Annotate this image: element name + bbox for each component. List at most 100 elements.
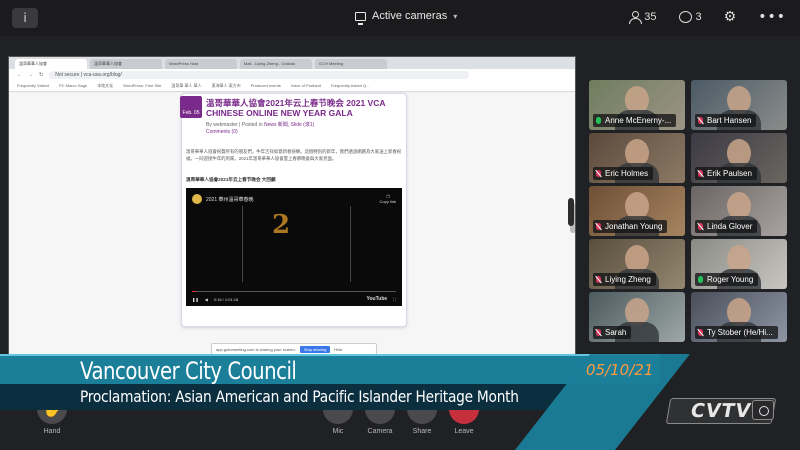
share-label: Share <box>412 428 432 435</box>
video-frame-number: 2 <box>272 210 291 240</box>
back-icon[interactable]: ← <box>17 72 22 78</box>
youtube-logo[interactable]: YouTube <box>367 296 388 302</box>
top-actions: 35 3 ⚙ ••• <box>629 9 786 25</box>
participant-name: Erik Paulsen <box>707 169 752 178</box>
participant-name: Eric Holmes <box>605 169 649 178</box>
view-mode-label: Active cameras <box>372 10 448 22</box>
meeting-window: i Active cameras ▾ 35 3 ⚙ ••• 溫哥華華人協會 溫哥… <box>0 0 800 450</box>
bookmark-item[interactable]: 溫哥華 華人 華人 <box>171 83 201 89</box>
bookmark-item[interactable]: Voice of Portland <box>291 83 321 89</box>
participant-nameplate: Erik Paulsen <box>695 167 757 180</box>
participant-name: Anne McEnerny-... <box>605 116 672 125</box>
participant-tile[interactable]: Bart Hansen <box>691 80 787 130</box>
participant-nameplate: Sarah <box>593 326 632 339</box>
embedded-video[interactable]: 2021 華州溫哥華春晚 ❐ Copy link 2 ❚❚ ◀ 0:16 / 1:… <box>186 188 402 306</box>
mic-muted-icon <box>596 223 601 230</box>
raise-hand-label: Hand <box>43 428 61 435</box>
participant-tile[interactable]: Sarah <box>589 292 685 342</box>
participant-tile[interactable]: Roger Young <box>691 239 787 289</box>
date-badge: Feb. 05 <box>180 96 202 118</box>
bookmark-item[interactable]: Frequently Asked Q... <box>331 83 369 89</box>
bookmark-item[interactable]: PC Marco Sage <box>59 83 87 89</box>
pause-icon[interactable]: ❚❚ <box>192 297 199 302</box>
post-author: By webmaster | Posted in <box>206 122 263 128</box>
mic-muted-icon <box>698 117 703 124</box>
post-category-link[interactable]: News 新聞, Slide (滾1) <box>264 122 314 128</box>
bookmark-item[interactable]: WordPress: Free Site <box>123 83 161 89</box>
participant-tile[interactable]: Linda Glover <box>691 186 787 236</box>
top-bar: i Active cameras ▾ 35 3 ⚙ ••• <box>0 0 800 36</box>
participant-name: Bart Hansen <box>707 116 752 125</box>
post-subheading: 溫哥華華人協會2021年云上春节晚会 大回顧 <box>186 177 276 182</box>
snapshot-camera-icon[interactable] <box>752 400 774 420</box>
participant-tile[interactable]: Liying Zheng <box>589 239 685 289</box>
bookmark-item[interactable]: 本地文化 <box>97 83 113 89</box>
participants-button[interactable]: 35 <box>629 11 657 24</box>
participant-nameplate: Linda Glover <box>695 220 758 233</box>
stop-sharing-button[interactable]: Stop sharing <box>299 345 331 353</box>
chevron-down-icon: ▾ <box>453 11 458 21</box>
bookmark-item[interactable]: 東海華人 東方市 <box>212 83 241 89</box>
post-body: 溫哥華華人協會祝賀所有的朋友們，牛年吉祥如意新春快樂。這個特別的新年，我們透過網… <box>186 149 402 161</box>
web-page: Feb. 05 溫哥華華人協會2021年云上春节晚会 2021 VCA CHIN… <box>9 93 575 355</box>
participant-tile[interactable]: Eric Holmes <box>589 133 685 183</box>
camera-label: Camera <box>367 428 393 435</box>
participant-nameplate: Bart Hansen <box>695 114 757 127</box>
fullscreen-icon[interactable]: ⛶ <box>393 297 396 302</box>
copy-link-button[interactable]: ❐ Copy link <box>380 194 396 204</box>
blog-post-card: Feb. 05 溫哥華華人協會2021年云上春节晚会 2021 VCA CHIN… <box>180 93 407 327</box>
browser-address-bar: ← → ↻ Not secure | vca-usa.org/blog/ <box>9 69 575 81</box>
panel-collapse-handle[interactable] <box>568 198 574 226</box>
mic-muted-icon <box>596 329 601 336</box>
more-options-icon[interactable]: ••• <box>758 9 786 25</box>
participant-nameplate: Jonathan Young <box>593 220 668 233</box>
browser-tab[interactable]: Mail - Liying Zheng - Outlook <box>240 59 312 69</box>
mic-muted-icon <box>596 276 601 283</box>
hide-notice-button[interactable]: Hide <box>334 347 342 352</box>
participant-tile[interactable]: Jonathan Young <box>589 186 685 236</box>
volume-icon[interactable]: ◀ <box>205 297 208 302</box>
broadcast-date: 05/10/21 <box>586 361 654 379</box>
mic-label: Mic <box>332 428 344 435</box>
gear-icon[interactable]: ⚙ <box>724 9 737 25</box>
chat-icon <box>678 11 692 23</box>
browser-tabs: 溫哥華華人協會 溫哥華華人協會 WordPress Host Mail - Li… <box>9 57 575 69</box>
participant-tile[interactable]: Ty Stober (He/Hi... <box>691 292 787 342</box>
shared-screen: 溫哥華華人協會 溫哥華華人協會 WordPress Host Mail - Li… <box>8 56 576 356</box>
mic-muted-icon <box>698 329 703 336</box>
video-title[interactable]: 2021 華州溫哥華春晚 <box>206 196 254 203</box>
url-field[interactable]: Not secure | vca-usa.org/blog/ <box>49 71 470 79</box>
participant-nameplate: Ty Stober (He/Hi... <box>695 326 778 339</box>
video-light-beam <box>350 206 351 282</box>
participants-count: 35 <box>644 11 657 23</box>
browser-tab[interactable]: 溫哥華華人協會 <box>90 59 162 69</box>
channel-logo-icon <box>192 194 202 204</box>
participants-icon <box>629 11 643 24</box>
info-button[interactable]: i <box>12 8 38 28</box>
participant-name: Roger Young <box>707 275 754 284</box>
participant-name: Liying Zheng <box>605 275 651 284</box>
bookmark-item[interactable]: Produced events <box>251 83 281 89</box>
mic-muted-icon <box>698 170 703 177</box>
chat-button[interactable]: 3 <box>678 11 702 23</box>
forward-icon[interactable]: → <box>28 72 33 78</box>
broadcast-subtitle: Proclamation: Asian American and Pacific… <box>80 387 519 406</box>
video-light-beam <box>242 206 243 282</box>
reload-icon[interactable]: ↻ <box>39 72 43 78</box>
chat-count: 3 <box>695 11 702 23</box>
participant-nameplate: Anne McEnerny-... <box>593 114 677 127</box>
info-icon: i <box>23 11 27 25</box>
post-comments-link[interactable]: Comments (0) <box>206 129 314 136</box>
post-meta: By webmaster | Posted in News 新聞, Slide … <box>206 122 314 136</box>
mic-muted-icon <box>698 223 703 230</box>
participant-nameplate: Eric Holmes <box>593 167 654 180</box>
browser-tab[interactable]: 溫哥華華人協會 <box>15 59 87 69</box>
browser-tab[interactable]: WordPress Host <box>165 59 237 69</box>
participant-tile[interactable]: Erik Paulsen <box>691 133 787 183</box>
view-mode-dropdown[interactable]: Active cameras ▾ <box>355 10 458 25</box>
post-title[interactable]: 溫哥華華人協會2021年云上春节晚会 2021 VCA CHINESE ONLI… <box>206 98 402 118</box>
bookmarks-bar: Frequently Visited PC Marco Sage 本地文化 Wo… <box>9 81 575 92</box>
participant-tile[interactable]: Anne McEnerny-... <box>589 80 685 130</box>
bookmark-item[interactable]: Frequently Visited <box>17 83 49 89</box>
browser-tab[interactable]: GCH Meeting <box>315 59 387 69</box>
